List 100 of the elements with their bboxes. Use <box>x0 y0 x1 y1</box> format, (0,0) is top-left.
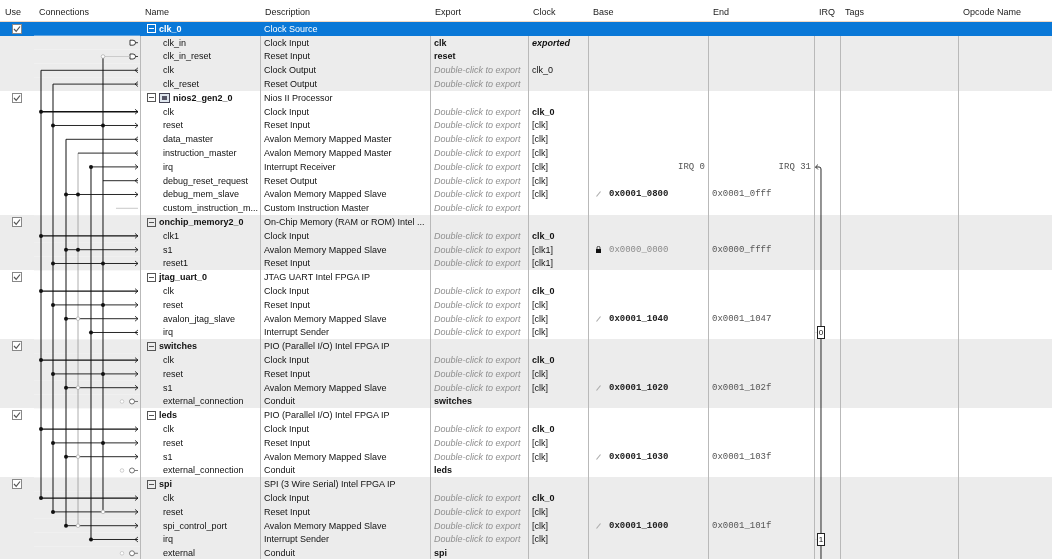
collapse-icon[interactable] <box>147 272 156 282</box>
irq-number[interactable]: 0 <box>817 325 825 339</box>
use-checkbox[interactable] <box>12 217 22 228</box>
clock-value: clk_0 <box>532 424 555 434</box>
column-header[interactable]: Base <box>593 7 614 17</box>
interface-description: Reset Output <box>264 79 318 90</box>
interface-name: spi_control_port <box>163 520 228 531</box>
interface-name: external <box>163 548 196 559</box>
collapse-icon[interactable] <box>147 93 156 103</box>
connections-drawing[interactable] <box>34 22 140 559</box>
export-name[interactable]: clk <box>434 37 447 48</box>
base-address[interactable]: 0x0001_1000 <box>609 520 669 531</box>
base-address[interactable]: 0x0001_1020 <box>609 382 669 393</box>
interface-description: Avalon Memory Mapped Master <box>264 148 392 159</box>
use-checkbox[interactable] <box>12 410 22 421</box>
export-placeholder[interactable]: Double-click to export <box>434 189 521 200</box>
component-description: Clock Source <box>264 23 318 34</box>
export-placeholder[interactable]: Double-click to export <box>434 148 521 159</box>
lock-icon[interactable] <box>596 246 601 254</box>
component-row[interactable]: onchip_memory2_0 On-Chip Memory (RAM or ROM) Intel ... <box>140 215 1052 229</box>
export-placeholder[interactable]: Double-click to export <box>434 437 521 448</box>
clock-value: [clk] <box>532 451 548 462</box>
column-header[interactable]: End <box>713 7 729 17</box>
component-name: jtag_uart_0 <box>159 272 208 283</box>
export-placeholder[interactable]: Double-click to export <box>434 175 521 186</box>
export-placeholder[interactable]: Double-click to export <box>434 286 521 297</box>
use-checkbox[interactable] <box>12 479 22 490</box>
collapse-icon[interactable] <box>147 479 156 489</box>
interface-description: Avalon Memory Mapped Slave <box>264 520 387 531</box>
component-row[interactable]: switches PIO (Parallel I/O) Intel FPGA IP <box>140 339 1052 354</box>
export-placeholder[interactable]: Double-click to export <box>434 424 521 434</box>
export-placeholder[interactable]: Double-click to export <box>434 327 521 338</box>
export-placeholder[interactable]: Double-click to export <box>434 161 521 172</box>
interface-name: reset <box>163 299 183 310</box>
interface-name: s1 <box>163 244 173 255</box>
interface-description: Interrupt Sender <box>264 534 330 545</box>
interface-description: Reset Input <box>264 120 311 131</box>
export-placeholder[interactable]: Double-click to export <box>434 120 521 131</box>
base-address[interactable]: 0x0001_1040 <box>609 313 669 324</box>
end-address: 0x0000_ffff <box>711 244 772 255</box>
component-description: PIO (Parallel I/O) Intel FPGA IP <box>264 341 390 352</box>
end-address: 0x0001_1047 <box>711 313 772 324</box>
export-name[interactable]: leds <box>434 465 452 476</box>
base-address[interactable]: 0x0001_0800 <box>609 189 669 200</box>
use-checkbox[interactable] <box>12 272 22 283</box>
end-address: 0x0001_103f <box>711 451 772 462</box>
clock-value: clk_0 <box>532 65 553 76</box>
use-checkbox[interactable] <box>12 341 22 352</box>
export-placeholder[interactable]: Double-click to export <box>434 451 521 462</box>
column-header[interactable]: Export <box>435 7 461 17</box>
component-description: Nios II Processor <box>264 92 333 103</box>
base-address[interactable]: 0x0001_1030 <box>609 451 669 462</box>
column-header[interactable]: Opcode Name <box>963 7 1022 17</box>
clock-value: exported <box>532 37 570 48</box>
clock-value: [clk] <box>532 534 548 545</box>
component-description: PIO (Parallel I/O) Intel FPGA IP <box>264 410 390 421</box>
interface-description: Avalon Memory Mapped Slave <box>264 189 387 200</box>
export-name[interactable]: spi <box>434 548 447 559</box>
interface-description: Clock Input <box>264 230 310 241</box>
interface-name: clk <box>163 493 174 503</box>
column-header[interactable]: Clock <box>533 7 556 17</box>
column-header[interactable]: Name <box>145 7 169 17</box>
interface-name: clk <box>163 106 174 117</box>
interface-name: s1 <box>163 451 173 462</box>
irq-number[interactable]: 1 <box>817 532 825 546</box>
interface-name: irq <box>163 534 173 545</box>
export-placeholder[interactable]: Double-click to export <box>434 299 521 310</box>
export-placeholder[interactable]: Double-click to export <box>434 313 521 324</box>
column-header[interactable]: Connections <box>39 7 90 17</box>
export-placeholder[interactable]: Double-click to export <box>434 203 521 214</box>
column-header[interactable]: Description <box>265 7 311 17</box>
interface-description: Reset Input <box>264 299 311 310</box>
interface-name: irq <box>163 161 173 172</box>
export-placeholder[interactable]: Double-click to export <box>434 134 521 145</box>
export-name[interactable]: switches <box>434 396 473 407</box>
collapse-icon[interactable] <box>147 217 156 227</box>
interface-description: Clock Input <box>264 286 310 297</box>
component-name: clk_0 <box>159 23 182 34</box>
clock-value: clk_0 <box>532 493 555 503</box>
column-header[interactable]: Tags <box>845 7 864 17</box>
clock-value: [clk] <box>532 120 548 131</box>
column-header[interactable]: Use <box>5 7 21 17</box>
component-description: SPI (3 Wire Serial) Intel FPGA IP <box>264 479 396 490</box>
clock-value: clk_0 <box>532 106 555 117</box>
interface-name: external_connection <box>163 396 244 407</box>
use-checkbox[interactable] <box>12 23 22 34</box>
use-checkbox[interactable] <box>12 92 22 103</box>
component-row[interactable]: spi SPI (3 Wire Serial) Intel FPGA IP <box>140 477 1052 492</box>
component-row[interactable]: clk_0 Clock Source <box>140 22 1052 36</box>
export-name[interactable]: reset <box>434 51 456 62</box>
clock-value: [clk1] <box>532 258 553 269</box>
export-placeholder[interactable]: Double-click to export <box>434 106 521 117</box>
interface-name: reset <box>163 506 183 517</box>
component-description: On-Chip Memory (RAM or ROM) Intel ... <box>264 217 425 228</box>
component-name: spi <box>159 479 172 490</box>
collapse-icon[interactable] <box>147 341 156 351</box>
interface-description: Clock Input <box>264 355 310 365</box>
column-header[interactable]: IRQ <box>819 7 835 17</box>
collapse-icon[interactable] <box>147 410 156 420</box>
interface-description: Conduit <box>264 548 296 559</box>
